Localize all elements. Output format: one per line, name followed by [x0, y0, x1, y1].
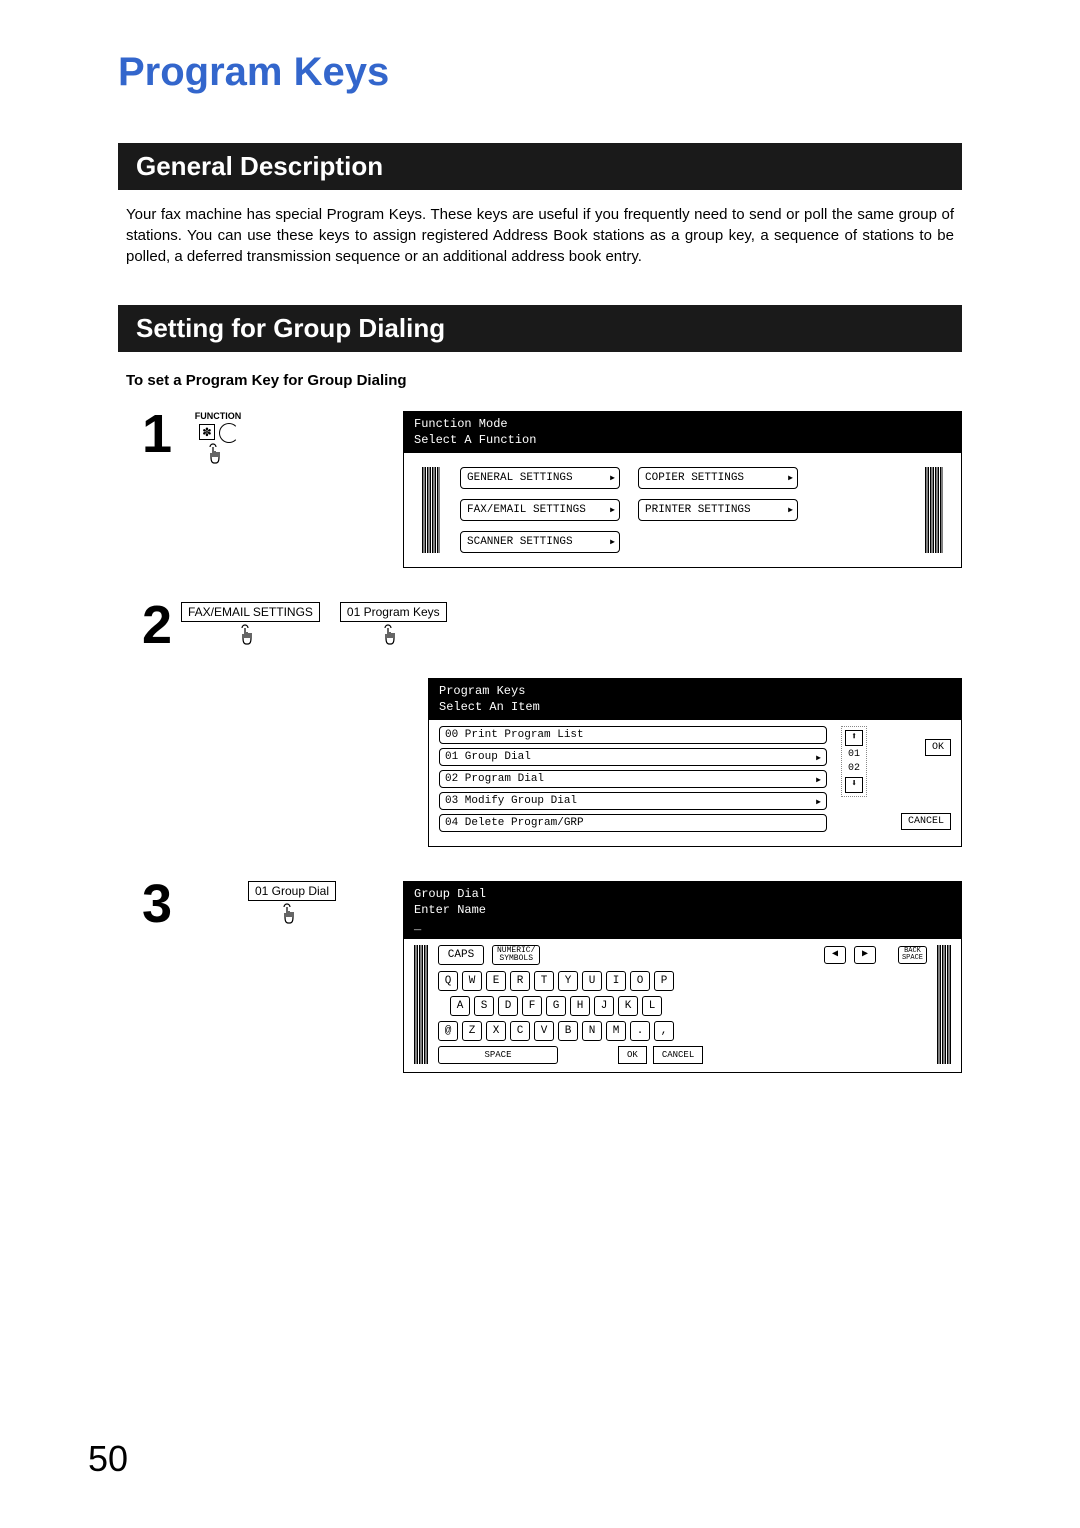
key-h[interactable]: H — [570, 996, 590, 1016]
key-o[interactable]: O — [630, 971, 650, 991]
fax-email-settings-button[interactable]: FAX/EMAIL SETTINGS — [460, 499, 620, 521]
panel-subtitle: Enter Name — [414, 903, 951, 919]
key-l[interactable]: L — [642, 996, 662, 1016]
panel-title: Group Dial — [414, 887, 951, 903]
list-item[interactable]: 00 Print Program List — [439, 726, 827, 744]
vertical-stripes — [937, 945, 951, 1064]
key-y[interactable]: Y — [558, 971, 578, 991]
subheading: To set a Program Key for Group Dialing — [118, 366, 962, 407]
key-f[interactable]: F — [522, 996, 542, 1016]
ok-button[interactable]: OK — [925, 739, 951, 756]
page-title: Program Keys — [118, 50, 962, 95]
key-p[interactable]: P — [654, 971, 674, 991]
key-m[interactable]: M — [606, 1021, 626, 1041]
key-@[interactable]: @ — [438, 1021, 458, 1041]
circle-arrow-icon — [219, 423, 237, 441]
ok-button[interactable]: OK — [618, 1046, 647, 1064]
key-t[interactable]: T — [534, 971, 554, 991]
key-.[interactable]: . — [630, 1021, 650, 1041]
touch-icon — [240, 624, 260, 646]
scroll-down-button[interactable]: ⬇ — [845, 777, 863, 793]
key-i[interactable]: I — [606, 971, 626, 991]
printer-settings-button[interactable]: PRINTER SETTINGS — [638, 499, 798, 521]
space-button[interactable]: SPACE — [438, 1046, 558, 1064]
key-d[interactable]: D — [498, 996, 518, 1016]
panel-title: Program Keys — [439, 684, 951, 700]
list-item[interactable]: 01 Group Dial — [439, 748, 827, 766]
key-g[interactable]: G — [546, 996, 566, 1016]
touch-icon — [208, 443, 228, 465]
list-item[interactable]: 03 Modify Group Dial — [439, 792, 827, 810]
key-c[interactable]: C — [510, 1021, 530, 1041]
key-n[interactable]: N — [582, 1021, 602, 1041]
key-j[interactable]: J — [594, 996, 614, 1016]
panel-subtitle: Select An Item — [439, 700, 951, 716]
page-number: 50 — [88, 1438, 128, 1480]
cancel-button[interactable]: CANCEL — [901, 813, 951, 830]
scroll-up-button[interactable]: ⬆ — [845, 730, 863, 746]
key-s[interactable]: S — [474, 996, 494, 1016]
scroll-bot-num: 02 — [848, 763, 860, 774]
key-,[interactable]: , — [654, 1021, 674, 1041]
touch-icon — [383, 624, 403, 646]
cancel-button[interactable]: CANCEL — [653, 1046, 703, 1064]
step-number-3: 3 — [118, 877, 173, 931]
numeric-symbols-button[interactable]: NUMERIC/ SYMBOLS — [492, 945, 540, 965]
function-mode-panel: Function Mode Select A Function GENERAL … — [403, 411, 962, 568]
arrow-right-button[interactable]: ▶ — [854, 946, 876, 964]
key-r[interactable]: R — [510, 971, 530, 991]
touch-icon — [282, 903, 302, 925]
list-item[interactable]: 04 Delete Program/GRP — [439, 814, 827, 832]
key-q[interactable]: Q — [438, 971, 458, 991]
scroll-column: ⬆ 01 02 ⬇ — [841, 726, 867, 797]
section-group-dialing: Setting for Group Dialing — [118, 305, 962, 352]
general-settings-button[interactable]: GENERAL SETTINGS — [460, 467, 620, 489]
key-k[interactable]: K — [618, 996, 638, 1016]
program-keys-step-button[interactable]: 01 Program Keys — [340, 602, 447, 622]
vertical-stripes — [925, 467, 943, 553]
list-item[interactable]: 02 Program Dial — [439, 770, 827, 788]
asterisk-icon: ✽ — [199, 424, 215, 440]
step-number-2: 2 — [118, 598, 173, 652]
vertical-stripes — [422, 467, 440, 553]
arrow-left-button[interactable]: ◀ — [824, 946, 846, 964]
group-dial-step-button[interactable]: 01 Group Dial — [248, 881, 336, 901]
caps-button[interactable]: CAPS — [438, 945, 484, 965]
key-b[interactable]: B — [558, 1021, 578, 1041]
backspace-button[interactable]: BACK SPACE — [898, 946, 927, 964]
key-u[interactable]: U — [582, 971, 602, 991]
panel-subtitle: Select A Function — [414, 433, 951, 449]
key-a[interactable]: A — [450, 996, 470, 1016]
group-dial-panel: Group Dial Enter Name _ CAPS NUMERIC/ SY… — [403, 881, 962, 1073]
panel-title: Function Mode — [414, 417, 951, 433]
scanner-settings-button[interactable]: SCANNER SETTINGS — [460, 531, 620, 553]
copier-settings-button[interactable]: COPIER SETTINGS — [638, 467, 798, 489]
vertical-stripes — [414, 945, 428, 1064]
cursor-line: _ — [414, 919, 951, 935]
step-number-1: 1 — [118, 407, 173, 461]
description-text: Your fax machine has special Program Key… — [118, 204, 962, 305]
section-general-description: General Description — [118, 143, 962, 190]
key-z[interactable]: Z — [462, 1021, 482, 1041]
fax-email-settings-step-button[interactable]: FAX/EMAIL SETTINGS — [181, 602, 320, 622]
scroll-top-num: 01 — [848, 749, 860, 760]
function-label: FUNCTION — [183, 411, 253, 421]
key-v[interactable]: V — [534, 1021, 554, 1041]
key-w[interactable]: W — [462, 971, 482, 991]
key-e[interactable]: E — [486, 971, 506, 991]
program-keys-panel: Program Keys Select An Item 00 Print Pro… — [428, 678, 962, 847]
key-x[interactable]: X — [486, 1021, 506, 1041]
